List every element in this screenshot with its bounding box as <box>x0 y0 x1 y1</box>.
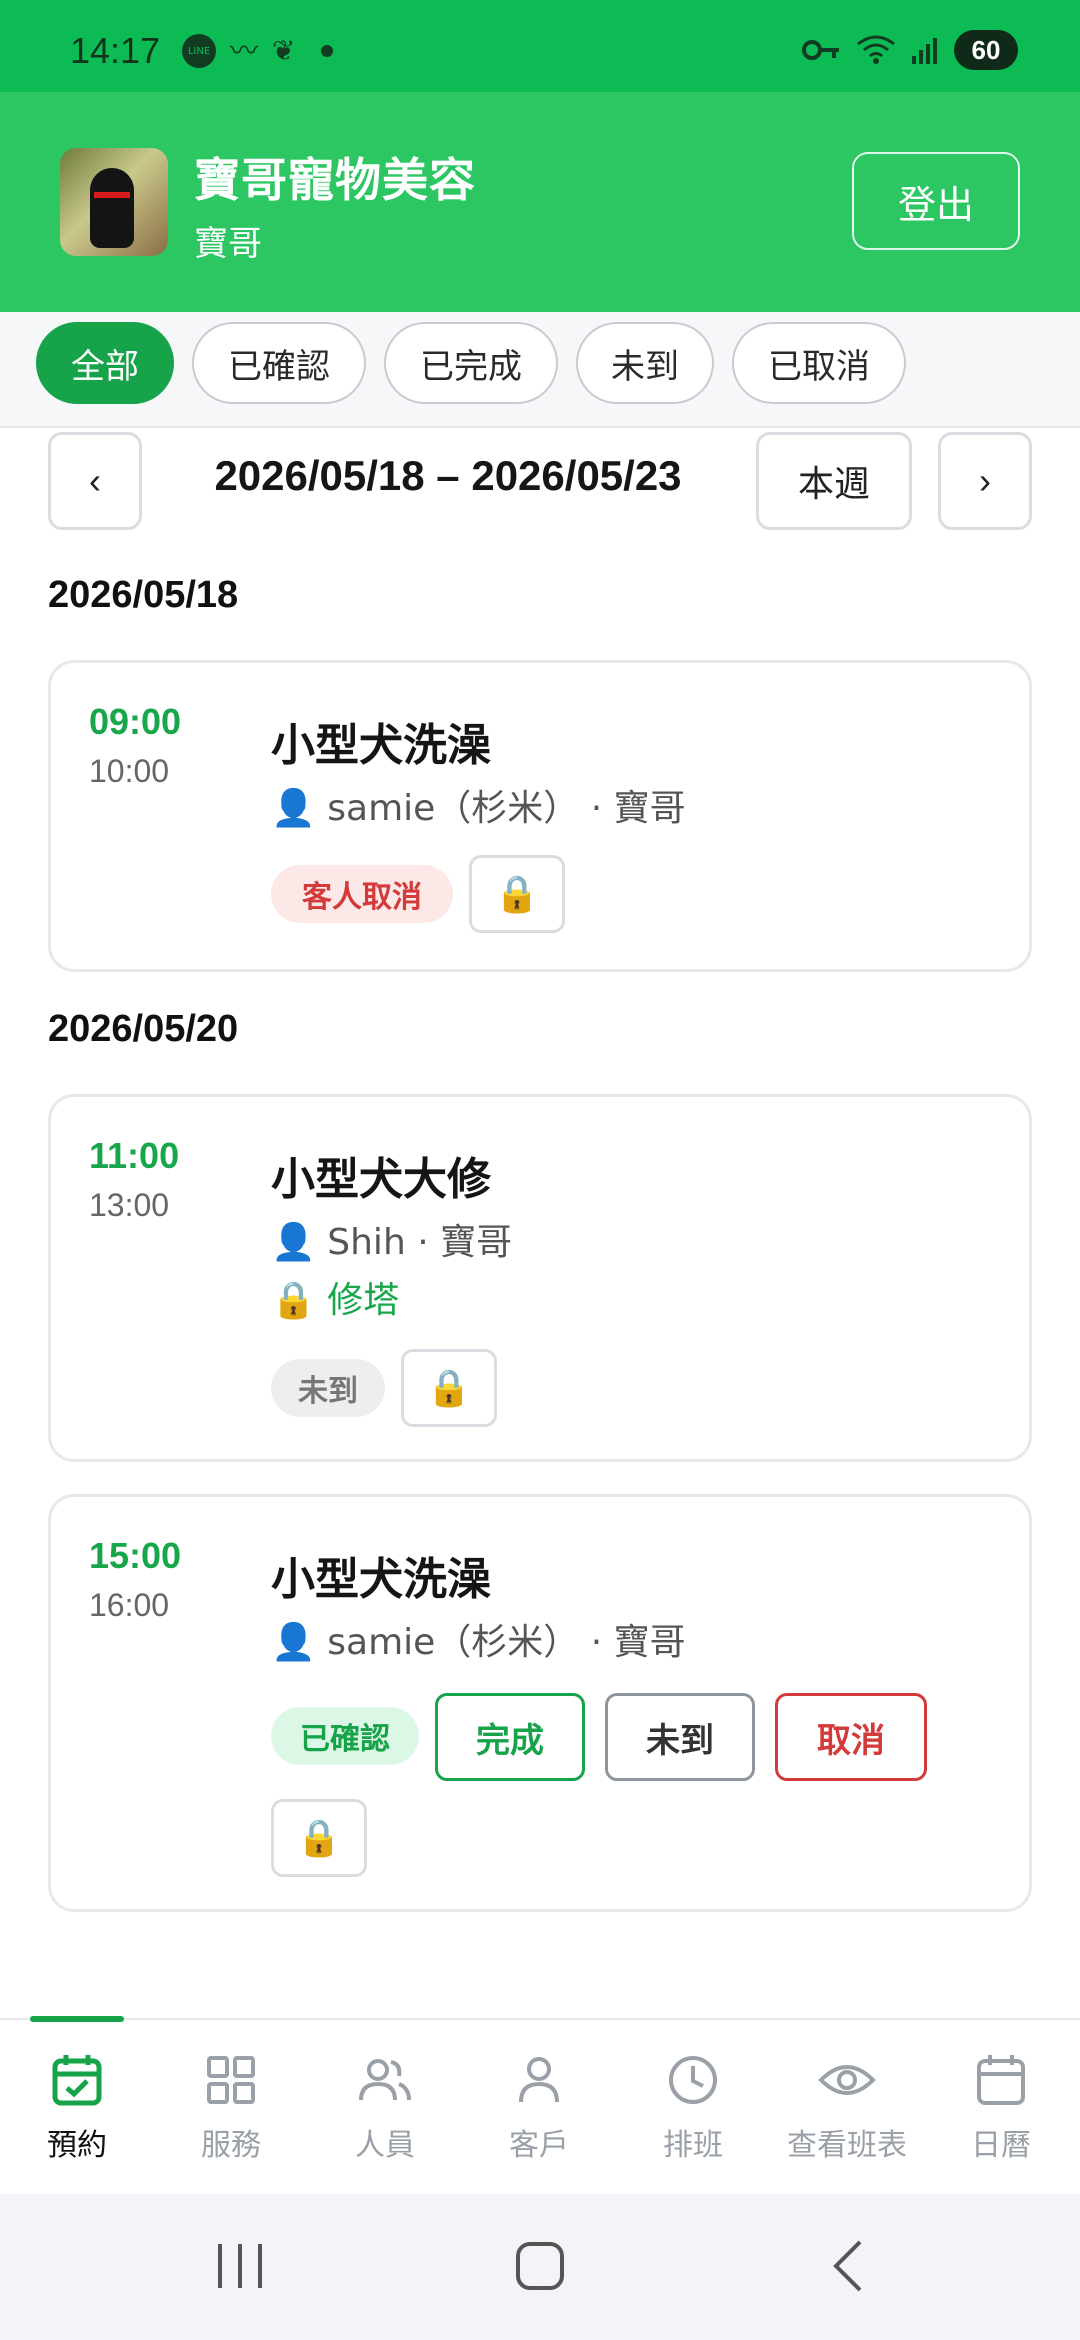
tab-label: 查看班表 <box>787 2128 907 2163</box>
user-icon <box>519 2057 559 2103</box>
signal-icon <box>912 38 937 64</box>
tab-view-roster[interactable]: 查看班表 <box>770 2050 924 2170</box>
home-icon[interactable] <box>510 2234 570 2298</box>
filter-chip-cancelled[interactable]: 已取消 <box>732 322 906 404</box>
filter-chip-completed[interactable]: 已完成 <box>384 322 558 404</box>
lock-button[interactable]: 🔒 <box>401 1349 497 1427</box>
line-icon: LINE <box>182 34 216 68</box>
service-name: 小型犬大修 <box>271 1154 491 1205</box>
notification-icons: LINE 〰 ❦ <box>182 34 334 68</box>
status-badge: 已確認 <box>271 1707 419 1765</box>
customer-staff: 👤 Shih · 寶哥 <box>271 1222 513 1263</box>
clock-icon <box>669 2056 717 2104</box>
status-filter-bar: 全部 已確認 已完成 未到 已取消 <box>0 312 1080 428</box>
system-status-icons: 60 <box>802 30 1018 70</box>
lock-note: 🔒 修塔 <box>271 1280 400 1321</box>
bird-icon: 〰 <box>230 34 259 67</box>
wifi-icon <box>857 35 895 64</box>
more-notifications-dot <box>321 45 334 57</box>
logout-button[interactable]: 登出 <box>852 152 1020 250</box>
tab-label: 預約 <box>47 2128 107 2163</box>
shop-avatar <box>60 148 168 256</box>
key-icon <box>802 40 839 60</box>
shop-name: 寶哥寵物美容 <box>194 153 476 207</box>
appointment-card[interactable]: 09:00 10:00 小型犬洗澡 👤 samie（杉米） · 寶哥 客人取消 … <box>48 660 1032 972</box>
next-week-button[interactable]: › <box>938 432 1032 530</box>
customer-staff: 👤 samie（杉米） · 寶哥 <box>271 1622 686 1663</box>
filter-chip-all[interactable]: 全部 <box>36 322 174 404</box>
recent-apps-icon[interactable] <box>210 2234 270 2298</box>
lock-button[interactable]: 🔒 <box>271 1799 367 1877</box>
filter-chip-confirmed[interactable]: 已確認 <box>192 322 366 404</box>
appointment-card[interactable]: 11:00 13:00 小型犬大修 👤 Shih · 寶哥 🔒 修塔 未到 🔒 <box>48 1094 1032 1462</box>
tab-schedule[interactable]: 排班 <box>616 2050 770 2170</box>
service-name: 小型犬洗澡 <box>271 1554 491 1605</box>
start-time: 11:00 <box>89 1135 180 1176</box>
date-heading: 2026/05/18 <box>48 574 239 616</box>
end-time: 16:00 <box>89 1587 170 1623</box>
prev-week-button[interactable]: ‹ <box>48 432 142 530</box>
tab-calendar[interactable]: 日曆 <box>924 2050 1078 2170</box>
grid-icon <box>207 2056 255 2104</box>
tab-label: 日曆 <box>971 2128 1031 2163</box>
no-show-button[interactable]: 未到 <box>605 1693 755 1781</box>
complete-button[interactable]: 完成 <box>435 1693 585 1781</box>
app-header: 寶哥寵物美容 寶哥 登出 <box>0 92 1080 312</box>
week-range: 2026/05/18 – 2026/05/23 <box>214 452 682 499</box>
active-tab-indicator <box>30 2016 124 2022</box>
status-time: 14:17 <box>70 30 161 71</box>
end-time: 10:00 <box>89 753 170 789</box>
bottom-nav: 預約 服務 人員 客戶 排班 查看班表 日曆 <box>0 2016 1080 2194</box>
battery-indicator: 60 <box>954 30 1018 70</box>
status-bar: 14:17 LINE 〰 ❦ 60 <box>0 0 1080 92</box>
eye-icon <box>818 2065 876 2095</box>
tab-label: 客戶 <box>509 2128 569 2163</box>
appointment-card[interactable]: 15:00 16:00 小型犬洗澡 👤 samie（杉米） · 寶哥 已確認 完… <box>48 1494 1032 1912</box>
tab-services[interactable]: 服務 <box>154 2050 308 2170</box>
shop-owner: 寶哥 <box>194 224 262 264</box>
status-badge: 未到 <box>271 1359 385 1417</box>
users-icon <box>359 2059 411 2101</box>
system-nav-bar <box>0 2194 1080 2340</box>
calendar-check-icon <box>52 2055 102 2106</box>
date-heading: 2026/05/20 <box>48 1008 239 1050</box>
start-time: 15:00 <box>89 1535 182 1576</box>
filter-chip-no-show[interactable]: 未到 <box>576 322 714 404</box>
status-badge: 客人取消 <box>271 865 453 923</box>
start-time: 09:00 <box>89 701 182 742</box>
service-name: 小型犬洗澡 <box>271 720 491 771</box>
back-icon[interactable] <box>820 2234 880 2298</box>
tab-label: 排班 <box>663 2128 723 2163</box>
this-week-button[interactable]: 本週 <box>756 432 912 530</box>
lock-button[interactable]: 🔒 <box>469 855 565 933</box>
tab-staff[interactable]: 人員 <box>308 2050 462 2170</box>
tab-customers[interactable]: 客戶 <box>462 2050 616 2170</box>
plant-icon: ❦ <box>272 34 296 67</box>
tab-label: 服務 <box>201 2128 261 2163</box>
end-time: 13:00 <box>89 1187 170 1223</box>
calendar-icon <box>977 2055 1025 2105</box>
cancel-button[interactable]: 取消 <box>775 1693 927 1781</box>
customer-staff: 👤 samie（杉米） · 寶哥 <box>271 788 686 829</box>
tab-appointments[interactable]: 預約 <box>0 2050 154 2170</box>
tab-label: 人員 <box>355 2128 415 2163</box>
